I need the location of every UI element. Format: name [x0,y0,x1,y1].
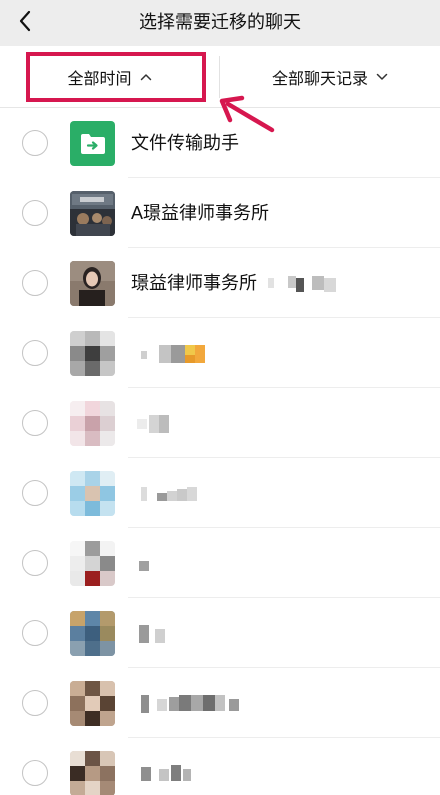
chat-row[interactable] [0,668,440,738]
chat-row[interactable] [0,388,440,458]
select-radio[interactable] [22,270,48,296]
chat-row[interactable] [0,318,440,388]
select-radio[interactable] [22,690,48,716]
chat-list: 文件传输助手 A璟益律师事务所 璟益律师事务所 [0,108,440,795]
avatar [70,751,115,795]
select-radio[interactable] [22,480,48,506]
chat-row[interactable]: 璟益律师事务所 [0,248,440,318]
avatar [70,331,115,376]
select-radio[interactable] [22,760,48,786]
avatar [70,541,115,586]
pixelated-text [131,553,171,575]
pixelated-text [131,693,251,715]
chat-name [131,668,251,738]
chat-name: 文件传输助手 [131,133,239,153]
chevron-down-icon [376,73,388,80]
chat-row[interactable] [0,598,440,668]
avatar [70,191,115,236]
chat-row[interactable] [0,738,440,795]
chat-row[interactable]: A璟益律师事务所 [0,178,440,248]
pixelated-text [131,763,201,785]
chat-row[interactable]: 文件传输助手 [0,108,440,178]
select-radio[interactable] [22,410,48,436]
avatar [70,611,115,656]
annotation-highlight-box [26,52,206,102]
avatar [70,261,115,306]
pixelated-text [131,413,181,435]
chat-name [131,598,181,668]
chat-name: A璟益律师事务所 [131,203,270,223]
pixelated-text [131,623,181,645]
chat-name [131,318,211,388]
select-radio[interactable] [22,340,48,366]
select-radio[interactable] [22,550,48,576]
chat-row[interactable] [0,458,440,528]
chat-name [131,388,181,458]
chat-name: 璟益律师事务所 [131,248,346,318]
avatar [70,681,115,726]
chat-name [131,738,201,795]
pixelated-text [131,483,211,505]
avatar [70,401,115,446]
page-title: 选择需要迁移的聊天 [139,12,301,32]
nav-bar: 选择需要迁移的聊天 [0,0,440,46]
pixelated-text [268,274,346,294]
select-radio[interactable] [22,200,48,226]
file-transfer-icon [70,121,115,166]
pixelated-text [131,343,211,365]
chat-name [131,458,211,528]
chat-type-filter-label: 全部聊天记录 [271,71,368,88]
select-radio[interactable] [22,130,48,156]
avatar [70,471,115,516]
select-radio[interactable] [22,620,48,646]
chat-row[interactable] [0,528,440,598]
chat-name [131,528,171,598]
